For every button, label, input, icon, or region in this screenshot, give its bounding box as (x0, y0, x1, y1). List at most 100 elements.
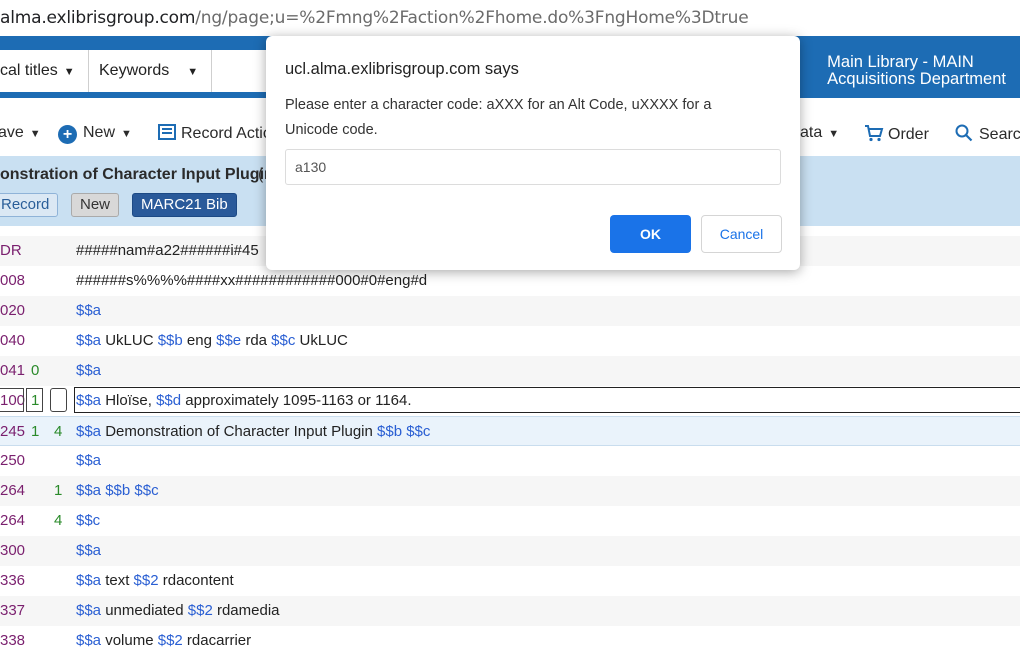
subfield-code: $$a (76, 392, 102, 409)
chevron-down-icon: ▼ (29, 128, 41, 140)
field-content: $$a (76, 356, 101, 386)
order-label: Order (888, 126, 929, 143)
field-tag: 245 (0, 423, 26, 440)
field-content: $$a (76, 446, 101, 476)
field-tag: 264 (0, 512, 26, 529)
subfield-code: $$b (377, 423, 403, 440)
cancel-button[interactable]: Cancel (701, 215, 782, 253)
field-tag: 264 (0, 482, 26, 499)
chevron-down-icon: ▼ (121, 128, 132, 140)
indicator-2: 4 (54, 512, 63, 529)
subfield-code: $$c (271, 332, 296, 349)
field-content: $$a volume $$2 rdacarrier (76, 626, 251, 656)
subfield-code: $$2 (187, 602, 213, 619)
subfield-code: $$a (76, 482, 102, 499)
field-content: $$a Demonstration of Character Input Plu… (76, 417, 430, 447)
field-tag: 338 (0, 632, 26, 649)
indicator-1-input[interactable] (26, 388, 43, 412)
marc-field-row[interactable]: 264 4 $$c (0, 506, 1020, 536)
field-content: #####nam#a22######i#45 (76, 236, 259, 266)
subfield-code: $$c (406, 423, 431, 440)
indicator-2: 4 (54, 423, 63, 440)
save-menu[interactable]: ave ▼ (0, 124, 41, 142)
indicator-2-input[interactable] (50, 388, 67, 412)
subfield-code: $$a (76, 542, 102, 559)
marc-field-row[interactable]: 100 1 $$a Hloïse, $$d approximately 1095-1… (0, 386, 1020, 416)
marc-field-row[interactable]: 245 1 4 $$a Demonstration of Character Inpu… (0, 416, 1020, 446)
record-actions-menu[interactable]: Record Actio (158, 124, 272, 143)
subfield-code: $$a (76, 302, 102, 319)
marc-field-row[interactable]: 338 $$a volume $$2 rdacarrier (0, 626, 1020, 656)
field-tag: 040 (0, 332, 26, 349)
marc-field-row[interactable]: 250 $$a (0, 446, 1020, 476)
chevron-down-icon: ▼ (828, 128, 840, 140)
search-scope-label: cal titles (0, 62, 58, 79)
subfield-text: rdamedia (212, 602, 280, 619)
marc-field-row[interactable]: 040 $$a UkLUC $$b eng $$e rda $$c UkLUC (0, 326, 1020, 356)
subfield-text: rdacontent (158, 572, 234, 589)
field-tag: 250 (0, 452, 26, 469)
current-location[interactable]: Main Library - MAIN Acquisitions Departm… (827, 54, 1006, 88)
subfield-text: Hloïse, (101, 392, 157, 409)
record-badge[interactable]: Record (0, 193, 59, 217)
subfield-text: rdacarrier (182, 632, 252, 649)
department-name: Acquisitions Department (827, 70, 1006, 88)
data-label: ata (800, 124, 823, 141)
subfield-code: $$a (76, 332, 102, 349)
field-content: $$c (76, 506, 100, 536)
marc-field-row[interactable]: 336 $$a text $$2 rdacontent (0, 566, 1020, 596)
url-path: /ng/page;u=%2Fmng%2Faction%2Fhome.do%3Fn… (195, 8, 749, 28)
subfield-text: ######s%%%%####xx############000#0#eng#d (76, 272, 428, 289)
chevron-down-icon: ▼ (63, 66, 75, 78)
marc-field-row[interactable]: 264 1 $$a $$b $$c (0, 476, 1020, 506)
subfield-code: $$a (76, 632, 102, 649)
subfield-text: #####nam#a22######i#45 (76, 242, 259, 259)
field-content: $$a text $$2 rdacontent (76, 566, 234, 596)
tag-input[interactable] (0, 388, 24, 412)
dialog-title: ucl.alma.exlibrisgroup.com says (285, 60, 519, 78)
subfield-code: $$c (76, 512, 101, 529)
field-tag: 336 (0, 572, 26, 589)
field-content: $$a (76, 536, 101, 566)
subfield-text: UkLUC (101, 332, 158, 349)
field-content: $$a UkLUC $$b eng $$e rda $$c UkLUC (76, 326, 348, 356)
indicator-2: 1 (54, 482, 63, 499)
marc-field-row[interactable]: 041 0 $$a (0, 356, 1020, 386)
subfield-text: volume (101, 632, 158, 649)
indicator-1: 0 (31, 362, 40, 379)
marc-field-row[interactable]: 337 $$a unmediated $$2 rdamedia (0, 596, 1020, 626)
marc-field-row[interactable]: 300 $$a (0, 536, 1020, 566)
marc-field-row[interactable]: 008 ######s%%%%####xx############000#0#en… (0, 266, 1020, 296)
field-tag: 008 (0, 272, 26, 289)
subfield-text: rda (241, 332, 272, 349)
data-menu[interactable]: ata ▼ (800, 124, 839, 142)
marc-field-row[interactable]: 020 $$a (0, 296, 1020, 326)
subfield-text: UkLUC (295, 332, 348, 349)
field-content: ######s%%%%####xx############000#0#eng#d (76, 266, 427, 296)
search-type-dropdown[interactable]: Keywords ▼ (89, 50, 212, 92)
record-title-suffix: ( (258, 166, 264, 183)
library-name: Main Library - MAIN (827, 53, 974, 71)
search-scope-dropdown[interactable]: cal titles ▼ (0, 50, 89, 92)
record-icon (158, 124, 176, 140)
subfield-code: $$a (76, 572, 102, 589)
search-label: Searc (979, 126, 1020, 143)
search-type-label: Keywords (99, 62, 170, 79)
indicator-1: 1 (31, 423, 40, 440)
chevron-down-icon: ▼ (187, 66, 199, 78)
field-content: $$a unmediated $$2 rdamedia (76, 596, 280, 626)
subfield-code: $$a (76, 602, 102, 619)
new-menu[interactable]: + New ▼ (58, 124, 132, 144)
field-tag: DR (0, 242, 22, 259)
field-content: $$a $$b $$c (76, 476, 159, 506)
ok-button[interactable]: OK (610, 215, 691, 253)
subfield-code: $$e (216, 332, 242, 349)
subfield-text: eng (182, 332, 217, 349)
address-bar[interactable]: alma.exlibrisgroup.com/ng/page;u=%2Fmng%… (0, 0, 1020, 36)
search-button[interactable]: Searc (955, 124, 1020, 144)
subfield-code: $$2 (157, 632, 183, 649)
subfield-code: $$a (76, 452, 102, 469)
character-code-input[interactable] (285, 149, 781, 185)
order-button[interactable]: Order (864, 124, 929, 144)
subfield-code: $$a (76, 423, 102, 440)
